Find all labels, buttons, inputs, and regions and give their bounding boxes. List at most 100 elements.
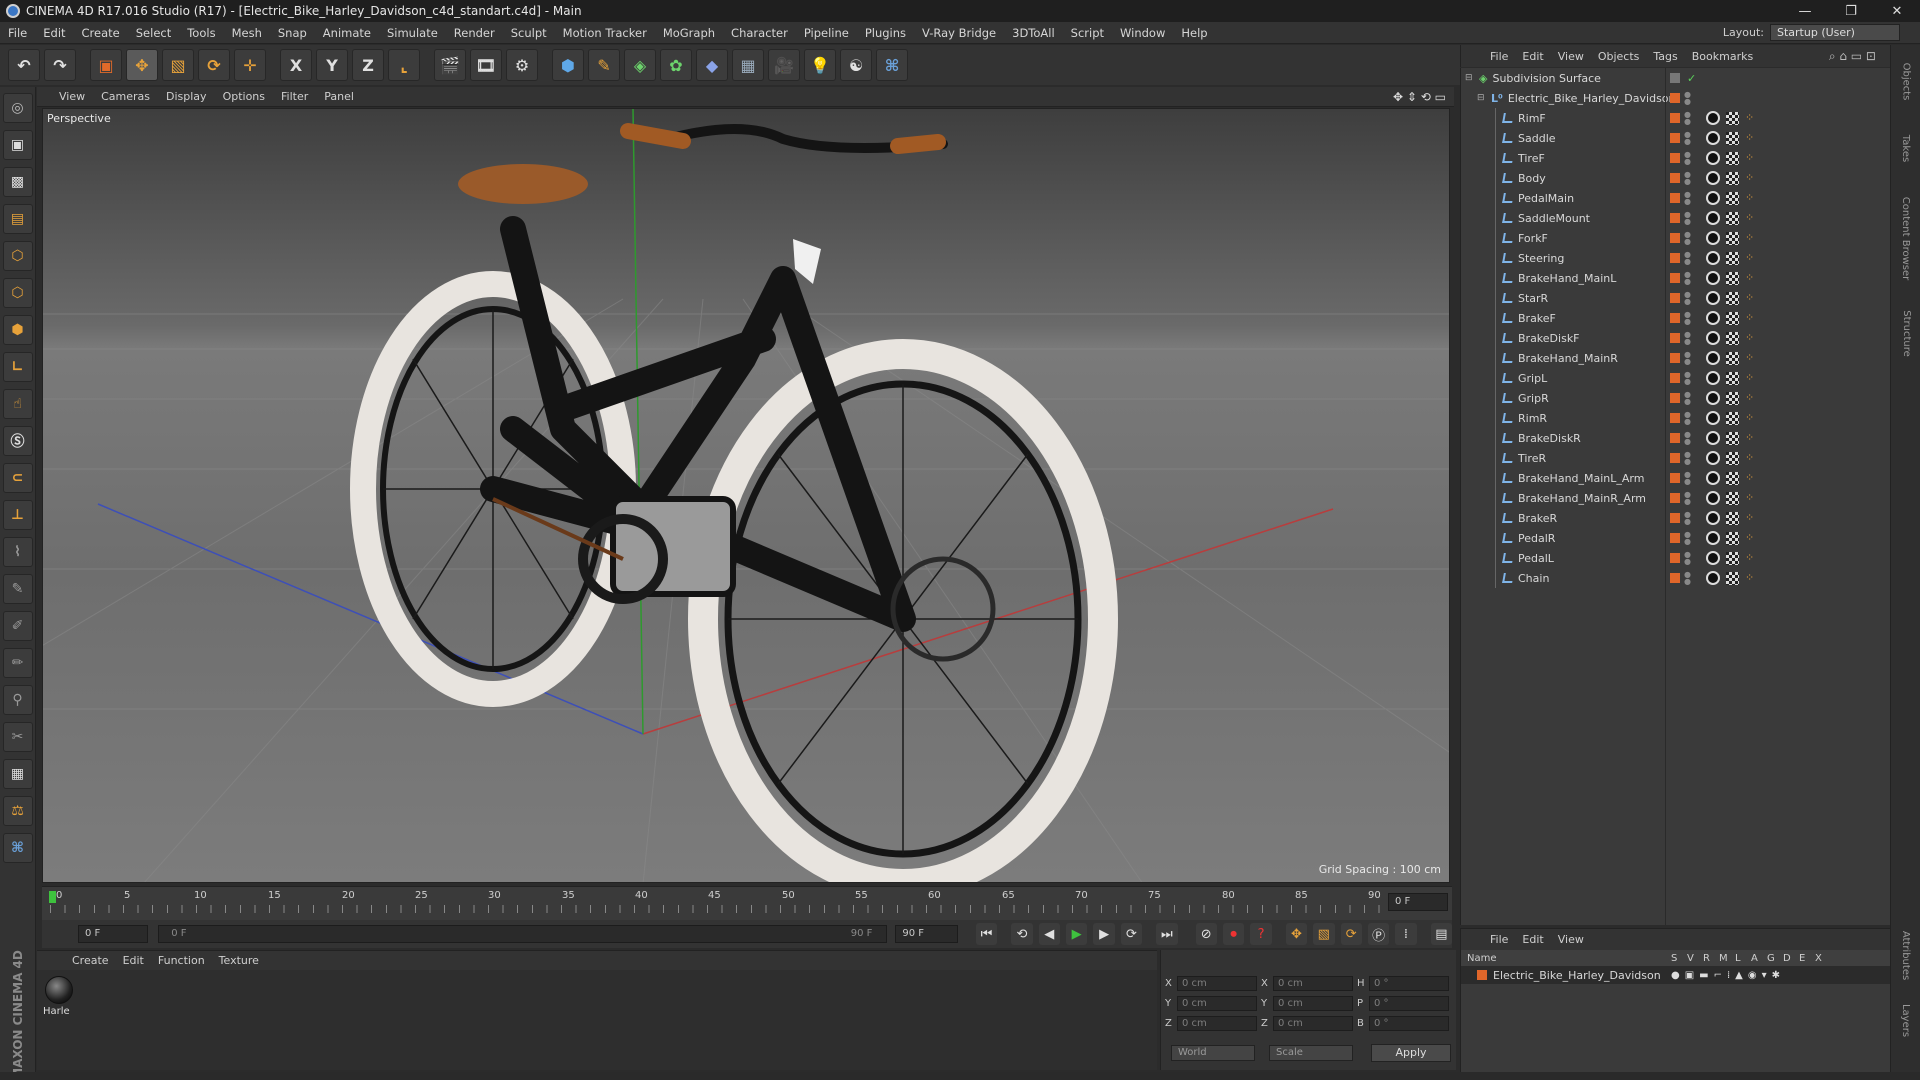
previous-frame-icon[interactable]: ◀ <box>1038 923 1060 945</box>
layer-color-swatch[interactable] <box>1670 533 1680 543</box>
viewport-nav-icons[interactable]: ✥ ⇕ ⟲ ▭ <box>1393 90 1446 104</box>
object-name[interactable]: BrakeF <box>1518 312 1556 325</box>
layer-name[interactable]: Electric_Bike_Harley_Davidson <box>1493 969 1671 982</box>
object-row[interactable]: BrakeF ● ● ⁘ <box>1461 308 1890 328</box>
mesh-checker-icon[interactable]: ▦ <box>2 759 33 789</box>
object-name[interactable]: Steering <box>1518 252 1564 265</box>
menu-3dtoall[interactable]: 3DToAll <box>1004 26 1063 40</box>
polygons-mode-icon[interactable]: ⬢ <box>2 315 33 345</box>
objects-menu-edit[interactable]: Edit <box>1515 50 1550 63</box>
render-picture-viewer-icon[interactable]: 🎞 <box>470 49 502 81</box>
visibility-dots-icon[interactable]: ● ● <box>1684 451 1691 466</box>
checker-tag-icon[interactable] <box>1726 271 1739 285</box>
redo-icon[interactable]: ↷ <box>44 49 76 81</box>
spline-pen-icon[interactable]: ✎ <box>588 49 620 81</box>
menu-create[interactable]: Create <box>74 26 128 40</box>
visibility-dots-icon[interactable]: ● ● <box>1684 531 1691 546</box>
size-x-field[interactable]: 0 cm <box>1273 976 1353 991</box>
object-name[interactable]: GripL <box>1518 372 1547 385</box>
checker-tag-icon[interactable] <box>1726 251 1739 265</box>
texture-tag-icon[interactable] <box>1706 171 1720 185</box>
viewport-menu-filter[interactable]: Filter <box>273 90 316 103</box>
object-name[interactable]: PedalR <box>1518 532 1555 545</box>
object-row[interactable]: BrakeHand_MainR ● ● ⁘ <box>1461 348 1890 368</box>
object-row-group[interactable]: ⊟ L⁰ Electric_Bike_Harley_Davidson ● ● <box>1461 88 1890 108</box>
key-parameter-icon[interactable]: Ⓟ <box>1367 923 1390 945</box>
layer-row[interactable]: Electric_Bike_Harley_Davidson ●▣▬⌐⁞▲◉▾✱ <box>1460 966 1890 984</box>
object-row[interactable]: SaddleMount ● ● ⁘ <box>1461 208 1890 228</box>
visibility-dots-icon[interactable]: ● ● <box>1684 311 1691 326</box>
magnet-icon[interactable]: ⊂ <box>2 463 33 493</box>
size-z-field[interactable]: 0 cm <box>1273 1016 1353 1031</box>
objects-search-icon[interactable]: ⌕ ⌂ ▭ ⊡ <box>1829 49 1876 64</box>
phong-tag-icon[interactable]: ⁘ <box>1745 372 1757 384</box>
frame-range-slider[interactable]: 0 F 90 F <box>158 925 888 943</box>
rotation-h-field[interactable]: 0 ° <box>1369 976 1449 991</box>
checker-tag-icon[interactable] <box>1726 311 1739 325</box>
close-button[interactable]: ✕ <box>1874 0 1920 22</box>
checker-tag-icon[interactable] <box>1726 491 1739 505</box>
rotate-tool-icon[interactable]: ⟳ <box>198 49 230 81</box>
autokey-icon[interactable]: ⊘ <box>1195 923 1217 945</box>
go-to-end-icon[interactable]: ⏭ <box>1156 923 1178 945</box>
layer-color-swatch[interactable] <box>1670 173 1680 183</box>
object-row[interactable]: StarR ● ● ⁘ <box>1461 288 1890 308</box>
paint-brush-icon[interactable]: ✐ <box>2 611 33 641</box>
layer-col-render[interactable]: R <box>1703 953 1719 964</box>
phong-tag-icon[interactable]: ⁘ <box>1745 532 1757 544</box>
checker-tag-icon[interactable] <box>1726 451 1739 465</box>
object-row[interactable]: Saddle ● ● ⁘ <box>1461 128 1890 148</box>
layer-col-deformers[interactable]: D <box>1783 953 1799 964</box>
key-scale-icon[interactable]: ▧ <box>1313 923 1335 945</box>
tab-structure[interactable]: Structure <box>1891 303 1920 363</box>
object-name[interactable]: Subdivision Surface <box>1492 72 1600 85</box>
position-z-field[interactable]: 0 cm <box>1177 1016 1257 1031</box>
layer-color-swatch[interactable] <box>1670 573 1680 583</box>
object-name[interactable]: TireF <box>1518 152 1545 165</box>
objects-menu-file[interactable]: File <box>1483 50 1515 63</box>
texture-tag-icon[interactable] <box>1706 531 1720 545</box>
phong-tag-icon[interactable]: ⁘ <box>1745 552 1757 564</box>
layer-color-swatch[interactable] <box>1670 433 1680 443</box>
object-name[interactable]: BrakeHand_MainL_Arm <box>1518 472 1644 485</box>
object-name[interactable]: Saddle <box>1518 132 1556 145</box>
texture-tag-icon[interactable] <box>1706 291 1720 305</box>
phong-tag-icon[interactable]: ⁘ <box>1745 152 1757 164</box>
object-name[interactable]: GripR <box>1518 392 1549 405</box>
checker-tag-icon[interactable] <box>1726 431 1739 445</box>
go-to-next-key-icon[interactable]: ⟳ <box>1120 923 1143 945</box>
menu-vray-bridge[interactable]: V-Ray Bridge <box>914 26 1004 40</box>
recent-tool-icon[interactable]: ✛ <box>234 49 266 81</box>
knife-icon[interactable]: ✂ <box>2 722 33 752</box>
visibility-dots-icon[interactable]: ● ● <box>1684 571 1691 586</box>
menu-mesh[interactable]: Mesh <box>224 26 270 40</box>
material-menu-function[interactable]: Function <box>151 954 212 967</box>
checker-tag-icon[interactable] <box>1726 131 1739 145</box>
enabled-check-icon[interactable]: ✓ <box>1687 72 1696 85</box>
texture-tag-icon[interactable] <box>1706 371 1720 385</box>
phong-tag-icon[interactable]: ⁘ <box>1745 472 1757 484</box>
menu-help[interactable]: Help <box>1173 26 1215 40</box>
snap-icon[interactable]: Ⓢ <box>2 426 33 456</box>
layer-color-swatch[interactable] <box>1670 113 1680 123</box>
object-row-root[interactable]: ⊟ ◈ Subdivision Surface ✓ <box>1461 68 1890 88</box>
phong-tag-icon[interactable]: ⁘ <box>1745 192 1757 204</box>
object-name[interactable]: Chain <box>1518 572 1549 585</box>
visibility-dots-icon[interactable]: ● ● <box>1684 231 1691 246</box>
phong-tag-icon[interactable]: ⁘ <box>1745 572 1757 584</box>
tab-attributes[interactable]: Attributes <box>1891 920 1920 990</box>
object-row[interactable]: BrakeDiskR ● ● ⁘ <box>1461 428 1890 448</box>
playhead[interactable] <box>49 891 56 903</box>
viewport-menu-display[interactable]: Display <box>158 90 215 103</box>
checker-tag-icon[interactable] <box>1726 391 1739 405</box>
phong-tag-icon[interactable]: ⁘ <box>1745 312 1757 324</box>
maximize-button[interactable]: ❐ <box>1828 0 1874 22</box>
phong-tag-icon[interactable]: ⁘ <box>1745 292 1757 304</box>
python-icon[interactable]: ⌘ <box>876 49 908 81</box>
coordinate-space-dropdown[interactable]: World <box>1171 1045 1255 1061</box>
texture-tag-icon[interactable] <box>1706 451 1720 465</box>
menu-select[interactable]: Select <box>128 26 179 40</box>
transform-mode-dropdown[interactable]: Scale <box>1269 1045 1353 1061</box>
material-menu-create[interactable]: Create <box>65 954 116 967</box>
lock-workplane-icon[interactable]: ⌇ <box>2 537 33 567</box>
